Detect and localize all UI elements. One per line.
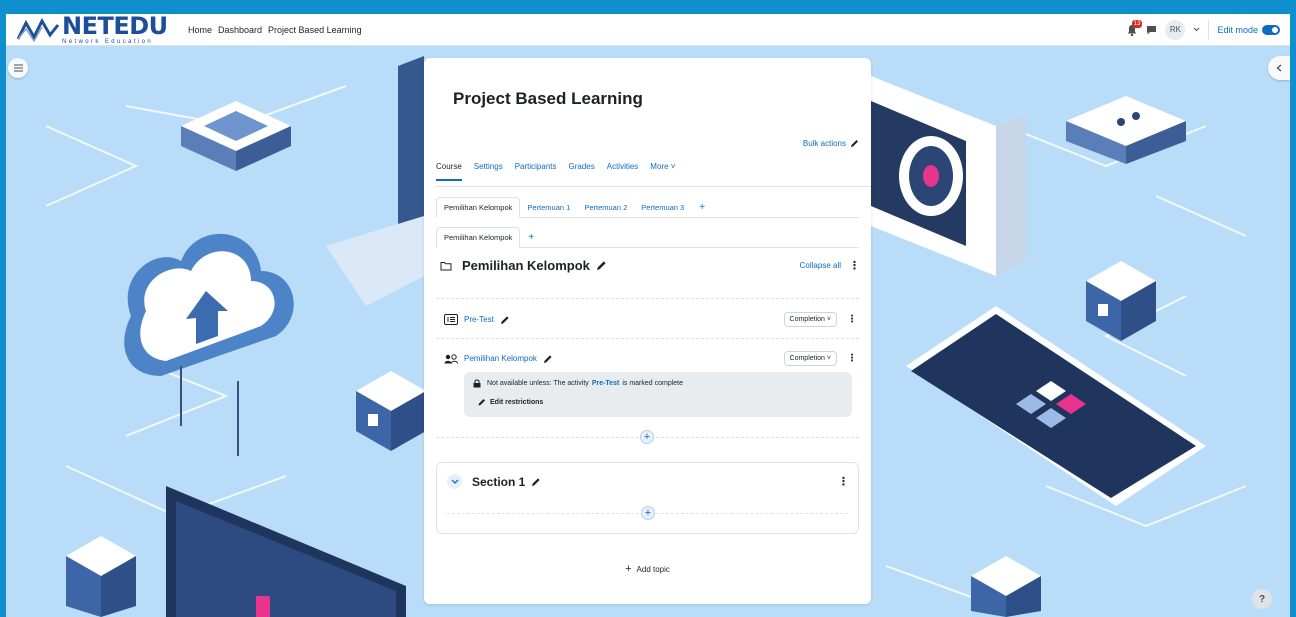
section-1-header: Section 1 ⋮ (447, 474, 849, 489)
divider (436, 298, 859, 299)
restriction-suffix: is marked complete (622, 380, 684, 387)
activity-menu-icon[interactable]: ⋮ (847, 314, 857, 324)
course-content-card: Project Based Learning Bulk actions Cour… (424, 58, 871, 604)
add-topic-label: Add topic (636, 565, 670, 574)
block-drawer-toggle[interactable] (1268, 56, 1290, 80)
nav-activities-tab[interactable]: Activities (607, 162, 639, 179)
section-title: Pemilihan Kelompok (462, 258, 590, 273)
chevron-down-icon (451, 479, 458, 484)
bulk-actions-label: Bulk actions (802, 139, 846, 148)
folder-icon (440, 261, 452, 270)
add-section-tab-button[interactable]: + (691, 199, 713, 217)
completion-label: Completion (789, 316, 825, 323)
tab-pertemuan-2[interactable]: Pertemuan 2 (577, 198, 634, 217)
subsection-tabs: Pemilihan Kelompok + (436, 226, 859, 248)
completion-dropdown[interactable]: Completion ˅ (783, 312, 837, 327)
access-restriction-box: Not available unless: The activity Pre-T… (464, 372, 852, 417)
collapse-all-link[interactable]: Collapse all (800, 261, 841, 270)
section-1-card: Section 1 ⋮ + (436, 462, 859, 534)
nav-more-label: More (650, 162, 669, 171)
activity-menu-icon[interactable]: ⋮ (847, 353, 857, 363)
chevron-left-icon (1276, 64, 1282, 72)
tab-pemilihan-kelompok[interactable]: Pemilihan Kelompok (436, 197, 521, 218)
divider (436, 338, 859, 339)
restriction-text: Not available unless: The activity Pre-T… (473, 379, 683, 388)
section-menu-icon[interactable]: ⋮ (849, 260, 860, 271)
tab-pertemuan-1[interactable]: Pertemuan 1 (520, 198, 577, 217)
course-secondary-nav: Course Settings Participants Grades Acti… (436, 162, 871, 187)
notifications-button[interactable]: 13 (1126, 19, 1143, 36)
user-avatar[interactable]: RK (1165, 19, 1186, 40)
quiz-icon (444, 314, 458, 326)
pencil-icon[interactable] (543, 354, 553, 364)
subtab-pemilihan-kelompok[interactable]: Pemilihan Kelompok (436, 227, 521, 248)
add-subsection-tab-button[interactable]: + (520, 229, 542, 247)
user-menu-area: 13 RK Edit mode (1126, 19, 1280, 40)
add-activity-button[interactable]: + (640, 430, 654, 444)
nav-settings-tab[interactable]: Settings (474, 162, 503, 179)
activity-row: Pemilihan Kelompok Completion ˅ ⋮ (444, 351, 857, 366)
notification-count-badge: 13 (1131, 19, 1143, 28)
help-button[interactable]: ? (1252, 589, 1272, 609)
pencil-icon[interactable] (531, 477, 541, 487)
pencil-icon (478, 399, 485, 406)
tab-pertemuan-3[interactable]: Pertemuan 3 (634, 198, 691, 217)
pencil-icon[interactable] (500, 315, 510, 325)
logo-subtext: Network Education (62, 39, 154, 45)
completion-dropdown[interactable]: Completion ˅ (783, 351, 837, 366)
edit-mode-label: Edit mode (1217, 24, 1258, 35)
top-navbar: NETEDU Network Education Home Dashboard … (6, 14, 1290, 46)
section-1-title: Section 1 (472, 474, 526, 489)
chevron-down-icon[interactable] (1193, 27, 1200, 32)
nav-course-link[interactable]: Project Based Learning (268, 25, 362, 35)
nav-grades-tab[interactable]: Grades (569, 162, 595, 179)
messages-icon[interactable] (1146, 25, 1157, 35)
logo-text: NETEDU (62, 14, 168, 40)
nav-more-dropdown[interactable]: More ˅ (650, 162, 675, 179)
section-1-menu-icon[interactable]: ⋮ (838, 476, 849, 487)
course-index-toggle[interactable] (8, 58, 28, 78)
group-choice-icon (444, 353, 458, 365)
add-topic-button[interactable]: + Add topic (424, 563, 871, 575)
add-activity-button[interactable]: + (641, 506, 655, 520)
navbar-divider (1208, 19, 1210, 40)
page-title: Project Based Learning (453, 89, 643, 108)
nav-participants-tab[interactable]: Participants (515, 162, 557, 179)
list-icon (13, 64, 23, 72)
edit-restrictions-link[interactable]: Edit restrictions (478, 398, 543, 406)
restriction-prefix: Not available unless: The activity (487, 380, 589, 387)
section-collapse-button[interactable] (447, 474, 462, 489)
completion-label: Completion (789, 355, 825, 362)
browser-viewport: NETEDU Network Education Home Dashboard … (6, 14, 1290, 617)
activity-row: Pre-Test Completion ˅ ⋮ (444, 312, 857, 327)
restriction-activity-link[interactable]: Pre-Test (592, 380, 620, 387)
pencil-icon (851, 140, 858, 147)
site-logo[interactable]: NETEDU Network Education (16, 14, 176, 45)
section-header: Pemilihan Kelompok Collapse all ⋮ (440, 258, 860, 273)
activity-link-pemilihan-kelompok[interactable]: Pemilihan Kelompok (464, 354, 537, 363)
nav-dashboard-link[interactable]: Dashboard (218, 25, 262, 35)
edit-restrictions-label: Edit restrictions (490, 398, 544, 406)
toggle-switch[interactable] (1262, 24, 1280, 35)
nav-course-tab[interactable]: Course (436, 162, 462, 181)
primary-navigation: Home Dashboard Project Based Learning (188, 25, 362, 35)
section-tabs: Pemilihan Kelompok Pertemuan 1 Pertemuan… (436, 196, 859, 218)
lock-icon (473, 379, 481, 388)
logo-mark-icon (16, 17, 60, 42)
plus-icon: + (625, 563, 632, 575)
edit-mode-switch[interactable]: Edit mode (1217, 24, 1280, 35)
nav-home-link[interactable]: Home (188, 25, 212, 35)
bulk-actions-button[interactable]: Bulk actions (803, 139, 859, 148)
activity-link-pre-test[interactable]: Pre-Test (464, 315, 494, 324)
pencil-icon[interactable] (596, 260, 607, 271)
